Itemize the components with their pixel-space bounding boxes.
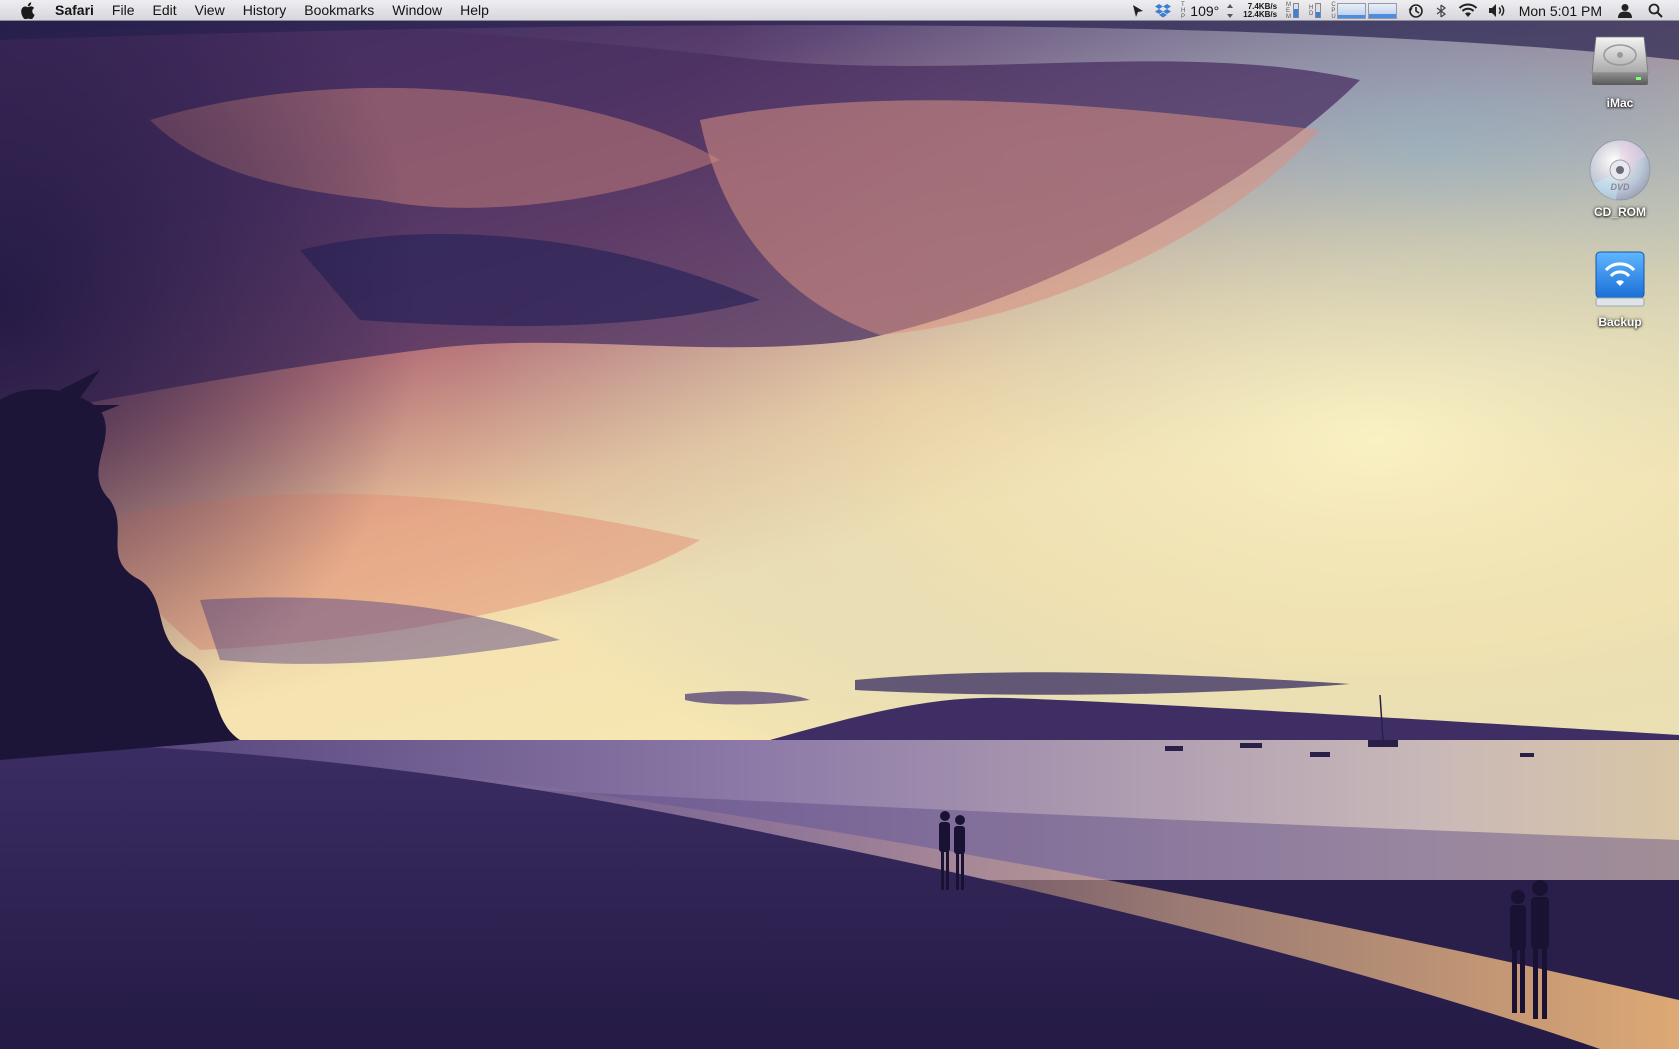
- cpu-icon[interactable]: CPU: [1326, 0, 1402, 21]
- bluetooth-icon[interactable]: [1429, 0, 1453, 21]
- desktop-icon-cd-rom[interactable]: DVD CD_ROM: [1575, 138, 1665, 219]
- cursor-icon[interactable]: [1126, 0, 1150, 21]
- menu-bookmarks[interactable]: Bookmarks: [295, 0, 383, 21]
- menu-edit[interactable]: Edit: [143, 0, 185, 21]
- menu-clock[interactable]: Mon 5:01 PM: [1511, 3, 1612, 19]
- hard-drive-icon: [1591, 36, 1649, 85]
- desktop-icon-label: CD_ROM: [1593, 205, 1646, 219]
- volume-icon[interactable]: [1483, 0, 1511, 21]
- menu-extras: THP 109° 7.4KB/s 12.4KB/s MEM HD CPU Mon…: [1126, 0, 1679, 21]
- menu-file[interactable]: File: [103, 0, 144, 21]
- menu-view[interactable]: View: [186, 0, 234, 21]
- desktop-icon-imac[interactable]: iMac: [1575, 29, 1665, 110]
- menu-history[interactable]: History: [234, 0, 296, 21]
- desktop-icon-label: iMac: [1606, 96, 1634, 110]
- cpu-graph-1: [1336, 2, 1366, 19]
- user-icon[interactable]: [1612, 0, 1638, 21]
- spotlight-icon[interactable]: [1638, 0, 1679, 21]
- menu-window[interactable]: Window: [383, 0, 451, 21]
- memory-icon[interactable]: MEM: [1281, 0, 1304, 21]
- network-speed[interactable]: 7.4KB/s 12.4KB/s: [1239, 2, 1281, 19]
- sunset-beach-wallpaper: [0, 0, 1679, 1049]
- dropbox-icon[interactable]: [1150, 0, 1176, 21]
- desktop-wallpaper: [0, 0, 1679, 1049]
- svg-text:DVD: DVD: [1610, 182, 1630, 192]
- apple-icon[interactable]: [17, 0, 37, 20]
- menu-app-safari[interactable]: Safari: [46, 0, 103, 21]
- temperature-letters: THP: [1180, 1, 1186, 20]
- menu-bar: Safari File Edit View History Bookmarks …: [0, 0, 1679, 21]
- disk-icon[interactable]: HD: [1304, 0, 1326, 21]
- time-machine-icon[interactable]: [1403, 0, 1429, 21]
- network-download: 12.4KB/s: [1243, 9, 1278, 19]
- network-drive-icon: [1595, 251, 1645, 307]
- temperature-icon[interactable]: THP: [1176, 0, 1190, 21]
- desktop-icon-backup[interactable]: Backup: [1575, 248, 1665, 329]
- cpu-graph-2: [1367, 2, 1397, 19]
- temperature-readout[interactable]: 109°: [1190, 0, 1221, 21]
- dvd-icon: DVD: [1589, 139, 1651, 201]
- network-icon[interactable]: [1221, 0, 1239, 21]
- menu-help[interactable]: Help: [451, 0, 498, 21]
- wifi-icon[interactable]: [1453, 0, 1483, 21]
- desktop-icon-label: Backup: [1598, 315, 1642, 329]
